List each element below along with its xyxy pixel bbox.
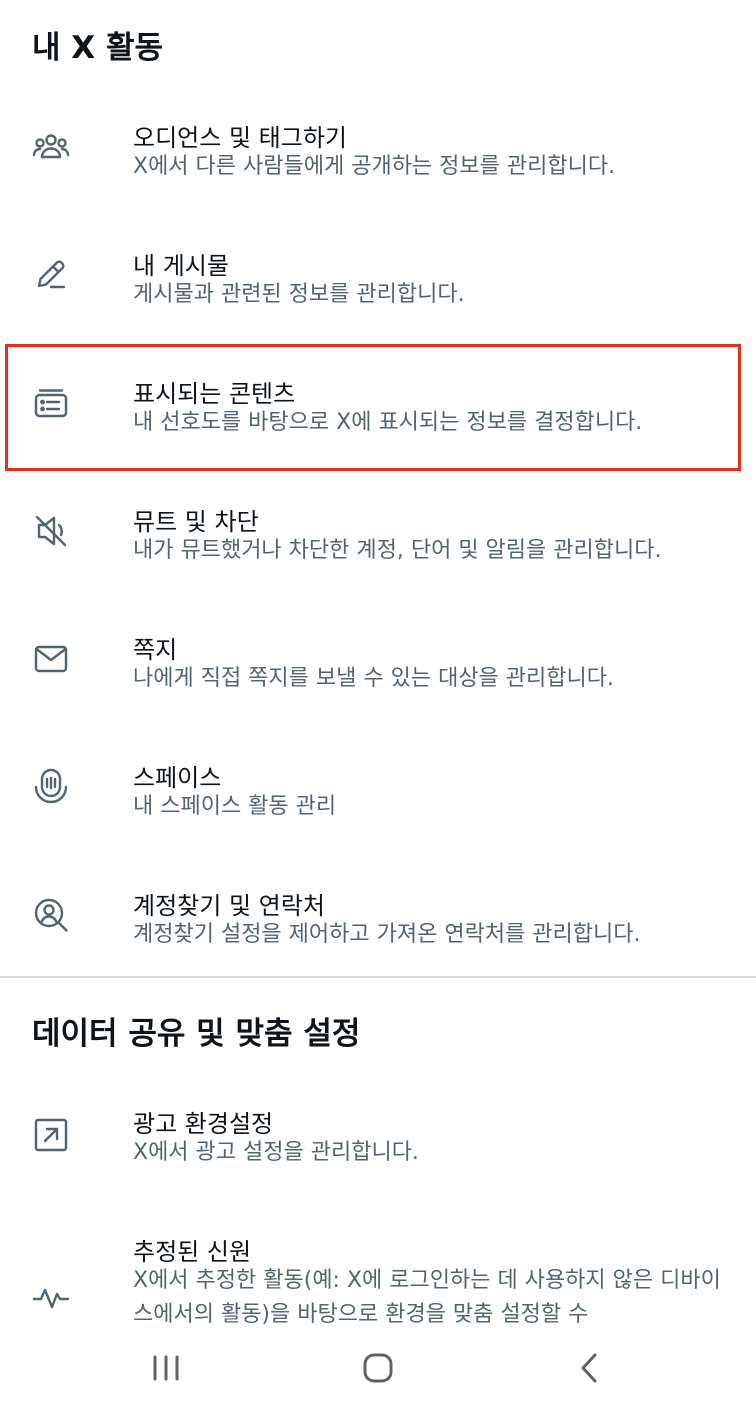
- item-title: 오디언스 및 태그하기: [133, 124, 347, 152]
- audience-icon: [28, 124, 74, 170]
- external-arrow-icon: [28, 1112, 74, 1158]
- content-card-icon: [28, 380, 74, 426]
- system-navigation-bar: [0, 1330, 756, 1413]
- activity-pulse-icon: [28, 1274, 74, 1320]
- item-description: X에서 광고 설정을 관리합니다.: [133, 1140, 419, 1165]
- menu-item-direct-messages[interactable]: 쪽지 나에게 직접 쪽지를 보낼 수 있는 대상을 관리합니다.: [0, 600, 756, 728]
- home-button[interactable]: [348, 1348, 408, 1392]
- item-title: 표시되는 콘텐츠: [133, 380, 296, 408]
- item-description: X에서 추정한 활동(예: X에 로그인하는 데 사용하지 않은 디바이스에서의…: [133, 1268, 721, 1327]
- person-search-icon: [28, 892, 74, 938]
- item-title: 광고 환경설정: [133, 1110, 274, 1138]
- item-description: 내 선호도를 바탕으로 X에 표시되는 정보를 결정합니다.: [133, 410, 643, 435]
- item-title: 쪽지: [133, 636, 178, 664]
- item-description: 게시물과 관련된 정보를 관리합니다.: [133, 282, 465, 307]
- item-title: 스페이스: [133, 764, 222, 792]
- recent-apps-button[interactable]: [136, 1348, 196, 1392]
- home-icon: [361, 1351, 395, 1389]
- menu-item-mute-block[interactable]: 뮤트 및 차단 내가 뮤트했거나 차단한 계정, 단어 및 알림을 관리합니다.: [0, 472, 756, 600]
- menu-item-discoverability-contacts[interactable]: 계정찾기 및 연락처 계정찾기 설정을 제어하고 가져온 연락처를 관리합니다.: [0, 856, 756, 984]
- spaces-icon: [28, 764, 74, 810]
- menu-item-spaces[interactable]: 스페이스 내 스페이스 활동 관리: [0, 728, 756, 856]
- menu-item-ad-preferences[interactable]: 광고 환경설정 X에서 광고 설정을 관리합니다.: [0, 1074, 756, 1202]
- back-button[interactable]: [560, 1348, 620, 1392]
- item-title: 추정된 신원: [133, 1238, 252, 1266]
- back-icon: [575, 1351, 605, 1389]
- item-description: 나에게 직접 쪽지를 보낼 수 있는 대상을 관리합니다.: [133, 666, 614, 691]
- item-description: X에서 다른 사람들에게 공개하는 정보를 관리합니다.: [133, 154, 616, 179]
- pencil-icon: [28, 252, 74, 298]
- privacy-settings-screen: 내 X 활동 오디언스 및 태그하기 X에서 다른 사람들에게 공개하는 정보를…: [0, 0, 756, 1413]
- envelope-icon: [28, 636, 74, 682]
- item-description: 계정찾기 설정을 제어하고 가져온 연락처를 관리합니다.: [133, 922, 641, 947]
- menu-item-my-posts[interactable]: 내 게시물 게시물과 관련된 정보를 관리합니다.: [0, 216, 756, 344]
- item-title: 내 게시물: [133, 252, 229, 280]
- section-title-my-activity: 내 X 활동: [32, 30, 164, 66]
- section-title-data-sharing: 데이터 공유 및 맞춤 설정: [32, 1016, 361, 1052]
- mute-speaker-icon: [28, 508, 74, 554]
- section-divider: [0, 976, 756, 978]
- menu-item-inferred-identity[interactable]: 추정된 신원 X에서 추정한 활동(예: X에 로그인하는 데 사용하지 않은 …: [0, 1202, 756, 1330]
- item-description: 내가 뮤트했거나 차단한 계정, 단어 및 알림을 관리합니다.: [133, 538, 662, 563]
- recent-apps-icon: [149, 1353, 183, 1387]
- item-title: 뮤트 및 차단: [133, 508, 259, 536]
- item-title: 계정찾기 및 연락처: [133, 892, 325, 920]
- item-description: 내 스페이스 활동 관리: [133, 794, 337, 819]
- menu-item-audience-tagging[interactable]: 오디언스 및 태그하기 X에서 다른 사람들에게 공개하는 정보를 관리합니다.: [0, 88, 756, 216]
- menu-item-content-you-see[interactable]: 표시되는 콘텐츠 내 선호도를 바탕으로 X에 표시되는 정보를 결정합니다.: [0, 344, 756, 472]
